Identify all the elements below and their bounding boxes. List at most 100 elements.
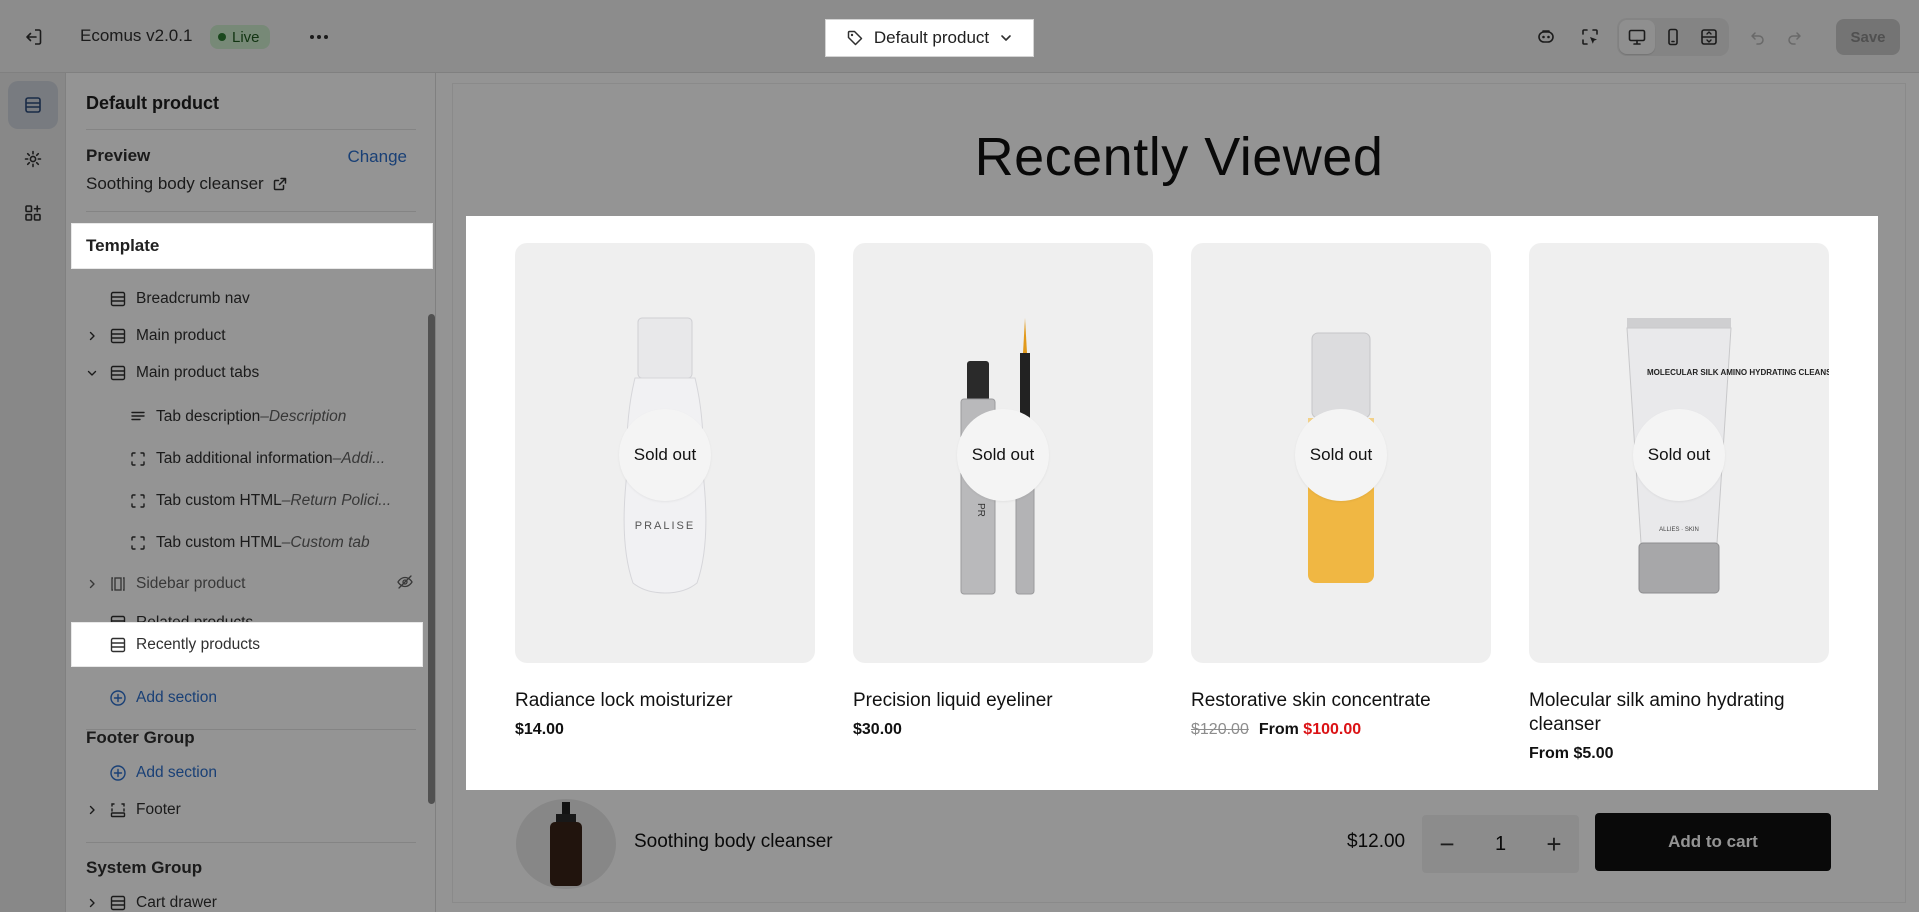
desktop-view-button[interactable]	[1619, 20, 1655, 54]
product-name[interactable]: Molecular silk amino hydrating cleanser	[1529, 689, 1829, 737]
section-icon	[108, 363, 128, 383]
chevron-right-icon[interactable]	[84, 895, 100, 911]
undo-button[interactable]	[1740, 20, 1776, 54]
quantity-stepper: − 1 +	[1422, 815, 1579, 873]
block-label: Tab custom HTML	[156, 492, 282, 509]
product-card[interactable]: PR Sold out Precision liquid eyeliner $3…	[853, 243, 1153, 739]
product-price: $14.00	[515, 721, 564, 738]
increase-quantity-button[interactable]: +	[1539, 829, 1569, 860]
section-item-recently-products[interactable]: Recently products	[72, 623, 422, 666]
gear-icon	[24, 150, 42, 168]
mobile-view-button[interactable]	[1655, 20, 1691, 54]
section-icon	[108, 326, 128, 346]
apps-nav-button[interactable]	[8, 189, 58, 237]
product-card[interactable]: PRALISE Sold out Radiance lock moisturiz…	[515, 243, 815, 739]
section-item-cart-drawer[interactable]: Cart drawer	[84, 885, 217, 912]
ai-assist-button[interactable]	[1528, 20, 1564, 54]
add-to-cart-button[interactable]: Add to cart	[1595, 813, 1831, 871]
preview-product[interactable]: Soothing body cleanser	[86, 174, 288, 194]
full-width-view-button[interactable]	[1691, 20, 1727, 54]
status-badge: Live	[210, 25, 270, 49]
tag-icon	[847, 30, 863, 46]
svg-text:PR: PR	[975, 503, 986, 517]
product-card[interactable]: Sold out Restorative skin concentrate $1…	[1191, 243, 1491, 739]
product-price: $120.00 From $100.00	[1191, 721, 1491, 739]
section-icon	[108, 289, 128, 309]
divider	[86, 842, 416, 843]
section-icon	[108, 893, 128, 912]
exit-icon	[26, 29, 42, 45]
system-group-header: System Group	[86, 858, 203, 877]
product-name[interactable]: Restorative skin concentrate	[1191, 689, 1491, 713]
product-image[interactable]: PRALISE Sold out	[515, 243, 815, 663]
product-price: From $5.00	[1529, 745, 1614, 762]
bottle-brand-text: PRALISE	[635, 520, 695, 532]
product-name[interactable]: Radiance lock moisturizer	[515, 689, 815, 713]
quantity-value[interactable]: 1	[1495, 833, 1506, 856]
ellipsis-icon	[310, 35, 328, 39]
dashed-block-icon	[128, 449, 148, 469]
section-label: Recently products	[136, 635, 261, 653]
block-suffix: Description	[268, 408, 347, 425]
save-button[interactable]: Save	[1836, 19, 1900, 55]
product-image[interactable]: PR Sold out	[853, 243, 1153, 663]
block-label: Tab description	[156, 408, 261, 425]
add-section-footer[interactable]: Add section	[108, 755, 217, 791]
sticky-add-to-cart-bar: Soothing body cleanser $12.00 − 1 + Add …	[468, 788, 1876, 896]
divider	[86, 211, 416, 212]
section-label: Main product	[136, 327, 226, 344]
block-separator: –	[281, 492, 291, 509]
theme-settings-nav-button[interactable]	[8, 135, 58, 183]
block-item-tab-additional-info[interactable]: Tab additional information – Addi...	[128, 441, 385, 477]
sold-out-badge: Sold out	[1633, 409, 1725, 501]
exit-button[interactable]	[18, 22, 50, 52]
section-label: Main product tabs	[136, 364, 260, 381]
sections-nav-button[interactable]	[8, 81, 58, 129]
block-item-tab-description[interactable]: Tab description – Description	[128, 399, 346, 435]
template-selector[interactable]: Default product	[825, 19, 1034, 57]
device-toggle-group	[1617, 18, 1729, 56]
section-item-main-product-tabs[interactable]: Main product tabs	[84, 355, 259, 391]
more-actions-button[interactable]	[305, 24, 333, 50]
add-section-label: Add section	[136, 764, 217, 781]
chevron-right-icon[interactable]	[84, 328, 100, 344]
sticky-product-thumbnail	[516, 799, 616, 889]
desktop-icon	[1628, 29, 1646, 45]
app-title: Ecomus v2.0.1	[80, 26, 193, 45]
section-label: Cart drawer	[136, 894, 217, 911]
section-item-main-product[interactable]: Main product	[84, 318, 226, 354]
section-label: Sidebar product	[136, 575, 246, 592]
product-name[interactable]: Precision liquid eyeliner	[853, 689, 1153, 713]
product-image[interactable]: MOLECULAR SILK AMINO HYDRATING CLEANSER …	[1529, 243, 1829, 663]
live-dot-icon	[218, 33, 226, 41]
section-item-footer[interactable]: Footer	[84, 792, 181, 828]
section-item-sidebar-product[interactable]: Sidebar product	[84, 566, 414, 602]
block-label: Tab custom HTML	[156, 534, 282, 551]
decrease-quantity-button[interactable]: −	[1432, 829, 1462, 860]
tube-text: MOLECULAR SILK AMINO HYDRATING CLEANSER	[1647, 368, 1829, 377]
chevron-right-icon[interactable]	[84, 576, 100, 592]
block-item-tab-custom-html-return[interactable]: Tab custom HTML – Return Polici...	[128, 483, 391, 519]
footer-icon	[108, 800, 128, 820]
redo-button[interactable]	[1776, 20, 1812, 54]
chevron-right-icon[interactable]	[84, 802, 100, 818]
block-separator: –	[332, 450, 342, 467]
chevron-down-icon[interactable]	[84, 365, 100, 381]
block-suffix: Custom tab	[290, 534, 370, 551]
sidebar-scrollbar[interactable]	[428, 314, 435, 804]
inspector-button[interactable]	[1572, 20, 1608, 54]
block-suffix: Addi...	[341, 450, 386, 467]
block-item-tab-custom-html-custom[interactable]: Tab custom HTML – Custom tab	[128, 525, 370, 561]
block-separator: –	[260, 408, 269, 425]
product-card[interactable]: MOLECULAR SILK AMINO HYDRATING CLEANSER …	[1529, 243, 1829, 763]
text-lines-icon	[128, 407, 148, 427]
section-item-breadcrumb-nav[interactable]: Breadcrumb nav	[108, 281, 250, 317]
product-image[interactable]: Sold out	[1191, 243, 1491, 663]
block-separator: –	[281, 534, 291, 551]
preview-label: Preview	[86, 146, 151, 165]
change-preview-link[interactable]: Change	[347, 147, 407, 167]
eye-hidden-icon[interactable]	[396, 573, 414, 596]
dashed-block-icon	[128, 533, 148, 553]
add-section-template[interactable]: Add section	[108, 680, 217, 716]
expand-icon	[1701, 29, 1717, 45]
